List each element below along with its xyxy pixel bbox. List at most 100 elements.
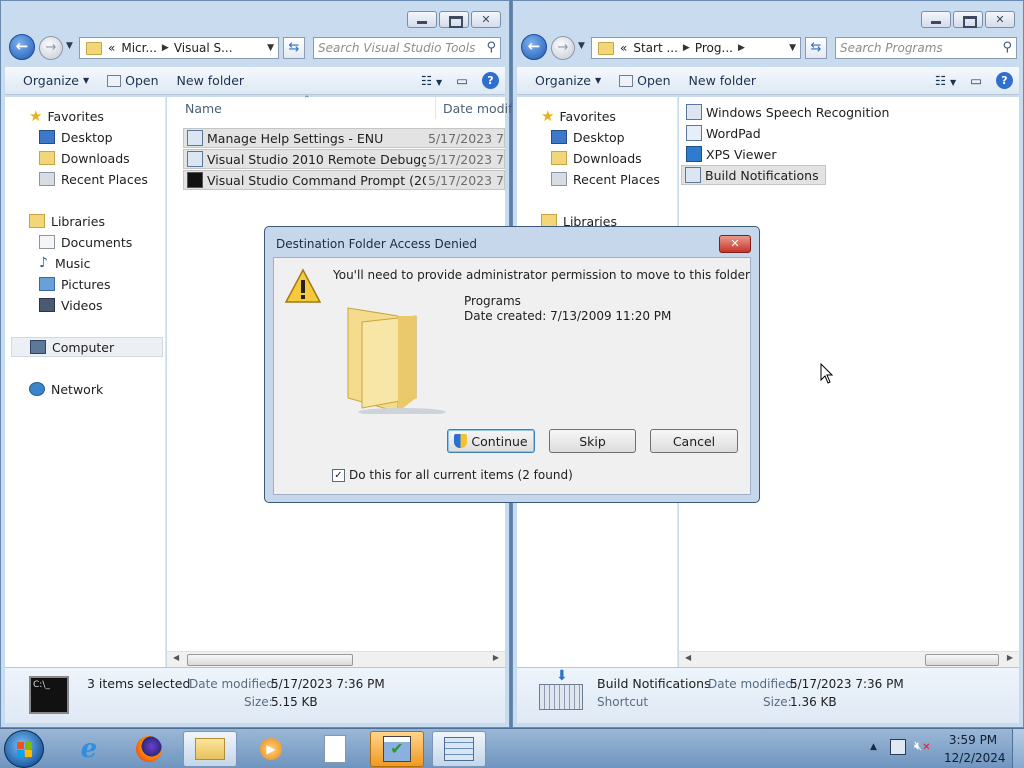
chevron-right-icon[interactable]: ▶ [738,43,745,53]
help-icon[interactable]: ? [482,72,499,89]
nav-documents[interactable]: Documents [39,232,165,252]
show-hidden-icons-icon[interactable]: ▲ [870,742,877,752]
volume-muted-icon[interactable]: 🔇︎✕ [914,739,931,754]
clock-date[interactable]: 12/2/2024 [944,751,1006,765]
continue-label: Continue [471,433,528,449]
chevron-right-icon[interactable]: ▶ [683,43,690,53]
network-tray-icon[interactable] [890,739,906,755]
nav-music[interactable]: ♪ Music [39,253,165,273]
nav-recent-places[interactable]: Recent Places [39,169,165,189]
search-input[interactable]: Search Programs ⚲ [835,37,1017,59]
folder-icon [195,738,225,760]
address-segment[interactable]: Micr... [121,41,157,55]
nav-videos[interactable]: Videos [39,295,165,315]
address-prefix: « [108,41,116,55]
checkbox-checked-icon[interactable]: ✓ [332,468,345,482]
close-button[interactable]: ✕ [985,11,1015,28]
address-segment[interactable]: Start ... [633,41,678,55]
dialog-close-button[interactable]: ✕ [719,235,751,253]
clock-time[interactable]: 3:59 PM [944,733,1002,747]
organize-button[interactable]: Organize ▼ [535,73,601,88]
nav-recent-places[interactable]: Recent Places [551,169,677,189]
view-options-icon[interactable]: ☷ ▼ [421,73,442,88]
scroll-right-icon[interactable]: ▶ [493,653,499,662]
table-row[interactable]: Visual Studio 2010 Remote Debugger Fol..… [183,149,505,169]
list-item[interactable]: XPS Viewer [683,144,777,164]
horizontal-scrollbar[interactable]: ◀ ▶ [679,651,1019,667]
list-item[interactable]: Windows Speech Recognition [683,102,889,122]
nav-libraries[interactable]: Libraries [29,211,165,231]
nav-label: Network [51,381,104,397]
start-button[interactable] [4,730,44,768]
maximize-button[interactable] [439,11,469,28]
maximize-button[interactable] [953,11,983,28]
search-icon[interactable]: ⚲ [1002,40,1012,55]
address-bar[interactable]: « Micr... ▶ Visual S... ▼ [79,37,279,59]
column-header-date[interactable]: Date modif [443,101,512,116]
firefox-button[interactable] [122,731,176,767]
size-label: Size: [244,695,273,709]
preview-pane-icon[interactable]: ▭ [456,73,468,88]
organize-button[interactable]: Organize ▼ [23,73,89,88]
new-folder-button[interactable]: New folder [689,73,757,88]
view-options-icon[interactable]: ☷ ▼ [935,73,956,88]
explorer-taskbar-button[interactable] [183,731,237,767]
back-button[interactable]: ← [521,34,547,60]
list-item[interactable]: Build Notifications [681,165,826,185]
column-header-name[interactable]: Name [185,101,222,116]
search-icon[interactable]: ⚲ [486,40,496,55]
nav-computer[interactable]: Computer [11,337,163,357]
table-row[interactable]: Visual Studio Command Prompt (2010) 5/17… [183,170,505,190]
forward-button[interactable]: → [551,36,575,60]
nav-pictures[interactable]: Pictures [39,274,165,294]
nav-downloads[interactable]: Downloads [39,148,165,168]
internet-explorer-button[interactable]: e [62,731,116,767]
horizontal-scrollbar[interactable]: ◀ ▶ [167,651,505,667]
help-icon[interactable]: ? [996,72,1013,89]
open-icon [107,74,122,87]
nav-downloads[interactable]: Downloads [551,148,677,168]
nav-favorites[interactable]: ★ Favorites [29,106,165,126]
column-divider[interactable] [435,97,436,119]
nav-network[interactable]: Network [29,379,165,399]
address-segment[interactable]: Prog... [695,41,733,55]
scroll-left-icon[interactable]: ◀ [685,653,691,662]
recent-pages-dropdown[interactable]: ▼ [578,41,585,51]
scroll-thumb[interactable] [925,654,999,666]
table-row[interactable]: Manage Help Settings - ENU 5/17/2023 7 [183,128,505,148]
open-button[interactable]: Open [107,73,159,88]
new-folder-button[interactable]: New folder [177,73,245,88]
open-button[interactable]: Open [619,73,671,88]
search-input[interactable]: Search Visual Studio Tools ⚲ [313,37,501,59]
refresh-button[interactable]: ⇆ [805,37,827,59]
preview-pane-icon[interactable]: ▭ [970,73,982,88]
close-button[interactable]: ✕ [471,11,501,28]
cancel-button[interactable]: Cancel [650,429,738,453]
address-segment[interactable]: Visual S... [174,41,233,55]
address-bar[interactable]: « Start ... ▶ Prog... ▶ ▼ [591,37,801,59]
scroll-thumb[interactable] [187,654,353,666]
minimize-button[interactable] [921,11,951,28]
chevron-right-icon[interactable]: ▶ [162,43,169,53]
nav-favorites[interactable]: ★ Favorites [541,106,677,126]
continue-button[interactable]: Continue [447,429,535,453]
chevron-down-icon[interactable]: ▼ [789,43,796,53]
control-panel-button[interactable] [432,731,486,767]
show-desktop-button[interactable] [1012,729,1024,768]
apply-to-all-checkbox[interactable]: ✓ Do this for all current items (2 found… [332,468,573,482]
scroll-right-icon[interactable]: ▶ [1007,653,1013,662]
back-button[interactable]: ← [9,34,35,60]
minimize-button[interactable] [407,11,437,28]
scroll-left-icon[interactable]: ◀ [173,653,179,662]
list-item[interactable]: WordPad [683,123,761,143]
build-notifications-taskbar-button[interactable]: ✔ [370,731,424,767]
forward-button[interactable]: → [39,36,63,60]
refresh-button[interactable]: ⇆ [283,37,305,59]
media-player-button[interactable]: ▶ [244,731,298,767]
nav-desktop[interactable]: Desktop [39,127,165,147]
chevron-down-icon[interactable]: ▼ [267,43,274,53]
notepad-button[interactable] [308,731,362,767]
nav-desktop[interactable]: Desktop [551,127,677,147]
recent-pages-dropdown[interactable]: ▼ [66,41,73,51]
skip-button[interactable]: Skip [549,429,636,453]
